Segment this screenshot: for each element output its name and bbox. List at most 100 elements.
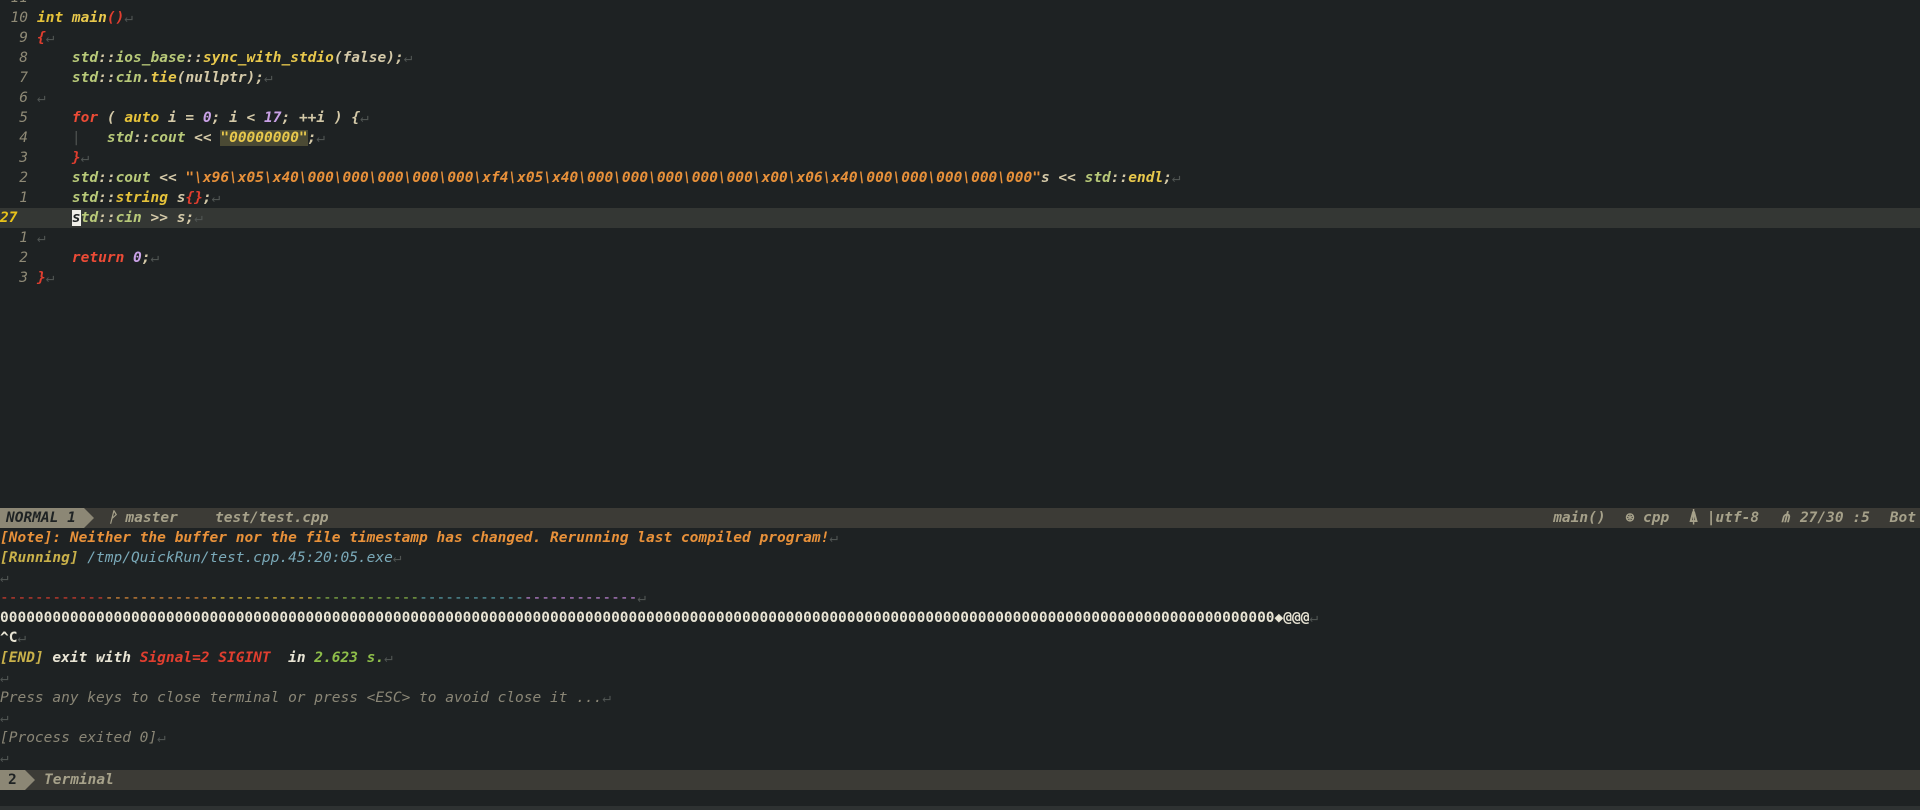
end-time: 2.623 s. (314, 650, 385, 666)
code-token: "00000000" (220, 130, 308, 146)
eol-mark: ↵ (157, 730, 166, 746)
running-path: /tmp/QuickRun/test.cpp.45:20:05.exe (78, 550, 393, 566)
code-line[interactable]: 5 for ( auto i = 0; i < 17; ++i ) {↵ (0, 108, 1920, 128)
eol-mark: ↵ (264, 70, 273, 86)
code-token: int (37, 10, 72, 26)
eol-mark: ↵ (392, 550, 402, 566)
code-token: for (37, 110, 99, 126)
code-token: std (1084, 170, 1111, 186)
filetype: ⊛ cpp (1625, 510, 1670, 526)
code-line[interactable]: 2 std::cout << "\x96\x05\x40\000\000\000… (0, 168, 1920, 188)
line-number: 7 (19, 70, 28, 86)
program-output: 0000000000000000000000000000000000000000… (0, 610, 1310, 626)
eol-mark: ↵ (150, 250, 160, 266)
eol-mark: ↵ (316, 130, 326, 146)
line-number: 3 (19, 150, 28, 166)
code-token: main (71, 10, 107, 26)
encoding: ⍋ |utf-8 (1689, 510, 1760, 526)
code-line[interactable]: 6 ↵ (0, 88, 1920, 108)
code-token: (nullptr); (176, 70, 265, 86)
code-token: { (37, 30, 46, 46)
eol-mark: ↵ (194, 210, 203, 226)
code-line[interactable]: 10 int main()↵ (0, 8, 1920, 28)
window-bottom-edge (0, 806, 1920, 810)
code-token: tie (150, 70, 177, 86)
code-text: std::ios_base::sync_with_stdio(false); (37, 50, 404, 66)
eol-mark: ↵ (0, 670, 9, 686)
code-token: ; i < (211, 110, 265, 126)
code-line-current[interactable]: 27 std::cin >> s;↵ (0, 208, 1920, 228)
note-text: : Neither the buffer nor the file timest… (52, 530, 830, 546)
code-token: "\x96\x05\x40\000\000\000\000\000\xf4\x0… (185, 170, 1041, 186)
line-number: 1 (19, 230, 28, 246)
eol-mark: ↵ (0, 750, 9, 766)
terminal-line-blank: ↵ (0, 708, 1920, 728)
line-number: 9 (19, 30, 28, 46)
eol-mark: ↵ (384, 650, 393, 666)
eol-mark: ↵ (80, 150, 90, 166)
code-token: | (71, 130, 81, 146)
code-token: 17 (264, 110, 282, 126)
eol-mark: ↵ (1309, 610, 1319, 626)
terminal-statusline: 2 Terminal (0, 770, 1920, 790)
terminal-line-note: [Note]: Neither the buffer nor the file … (0, 528, 1920, 548)
press-message: Press any keys to close terminal or pres… (0, 690, 603, 706)
end-tag: [END] (0, 650, 44, 666)
code-line[interactable]: 1 ↵ (0, 228, 1920, 248)
code-token: :: (98, 50, 116, 66)
code-token: endl (1128, 170, 1164, 186)
code-text: int main() (37, 10, 124, 26)
rainbow-separator: ----------------------------------------… (0, 588, 1920, 608)
eol-mark: ↵ (37, 90, 46, 106)
code-text: } (37, 270, 46, 286)
code-text: } (37, 150, 81, 166)
code-token: cout (150, 130, 186, 146)
separator-segment: ------------ (419, 590, 524, 606)
separator-dashes: ----------------------------------------… (0, 590, 637, 606)
ctrl-c-text: ^C (0, 630, 18, 646)
code-token: {} (185, 190, 203, 206)
current-function: main() (1553, 510, 1606, 526)
separator-segment: ------------- (523, 590, 638, 606)
code-line[interactable]: 3 }↵ (0, 148, 1920, 168)
code-token: >> s; (141, 210, 195, 226)
code-token: :: (98, 210, 116, 226)
statusline: NORMAL 1 ᚹ master test/test.cpp main() ⊛ … (0, 508, 1920, 528)
terminal-line-end: [END] exit with Signal=2 SIGINT in 2.623… (0, 648, 1920, 668)
code-token: (false); (333, 50, 404, 66)
code-line-partial: 11 (0, 0, 1920, 8)
code-token: :: (98, 70, 116, 86)
code-token: std (37, 70, 99, 86)
code-token: () (106, 10, 125, 26)
code-token: i = (159, 110, 203, 126)
code-line[interactable]: 3}↵ (0, 268, 1920, 288)
scroll-position: Bot (1889, 510, 1916, 526)
code-token: cout (115, 170, 151, 186)
separator-segment: ------------ (209, 590, 315, 606)
code-line[interactable]: 8 std::ios_base::sync_with_stdio(false);… (0, 48, 1920, 68)
file-name: test/test.cpp (215, 510, 329, 526)
code-token: << (185, 130, 221, 146)
terminal-buffer-number: 2 (0, 770, 35, 790)
end-in-text: in (270, 650, 315, 666)
eol-mark: ↵ (403, 50, 413, 66)
code-token: cin (115, 210, 142, 226)
note-tag: [Note] (0, 530, 53, 546)
code-line[interactable]: 1 std::string s{};↵ (0, 188, 1920, 208)
code-token: ; (202, 190, 212, 206)
code-line[interactable]: 9 {↵ (0, 28, 1920, 48)
code-text: | std::cout << "00000000"; (37, 130, 316, 146)
process-exited: [Process exited 0] (0, 730, 158, 746)
terminal-line-blank: ↵ (0, 668, 1920, 688)
terminal-line-ctrlc: ^C↵ (0, 628, 1920, 648)
eol-mark: ↵ (45, 30, 55, 46)
code-line[interactable]: 7 std::cin.tie(nullptr);↵ (0, 68, 1920, 88)
code-token: . (141, 70, 151, 86)
code-line[interactable]: 4 | std::cout << "00000000";↵ (0, 128, 1920, 148)
code-token: } (37, 150, 81, 166)
terminal-buffer-name: Terminal (44, 772, 114, 788)
code-token: s << (1040, 170, 1085, 186)
code-line[interactable]: 2 return 0;↵ (0, 248, 1920, 268)
line-number: 4 (19, 130, 28, 146)
code-text: std::cin >> s; (37, 210, 194, 226)
